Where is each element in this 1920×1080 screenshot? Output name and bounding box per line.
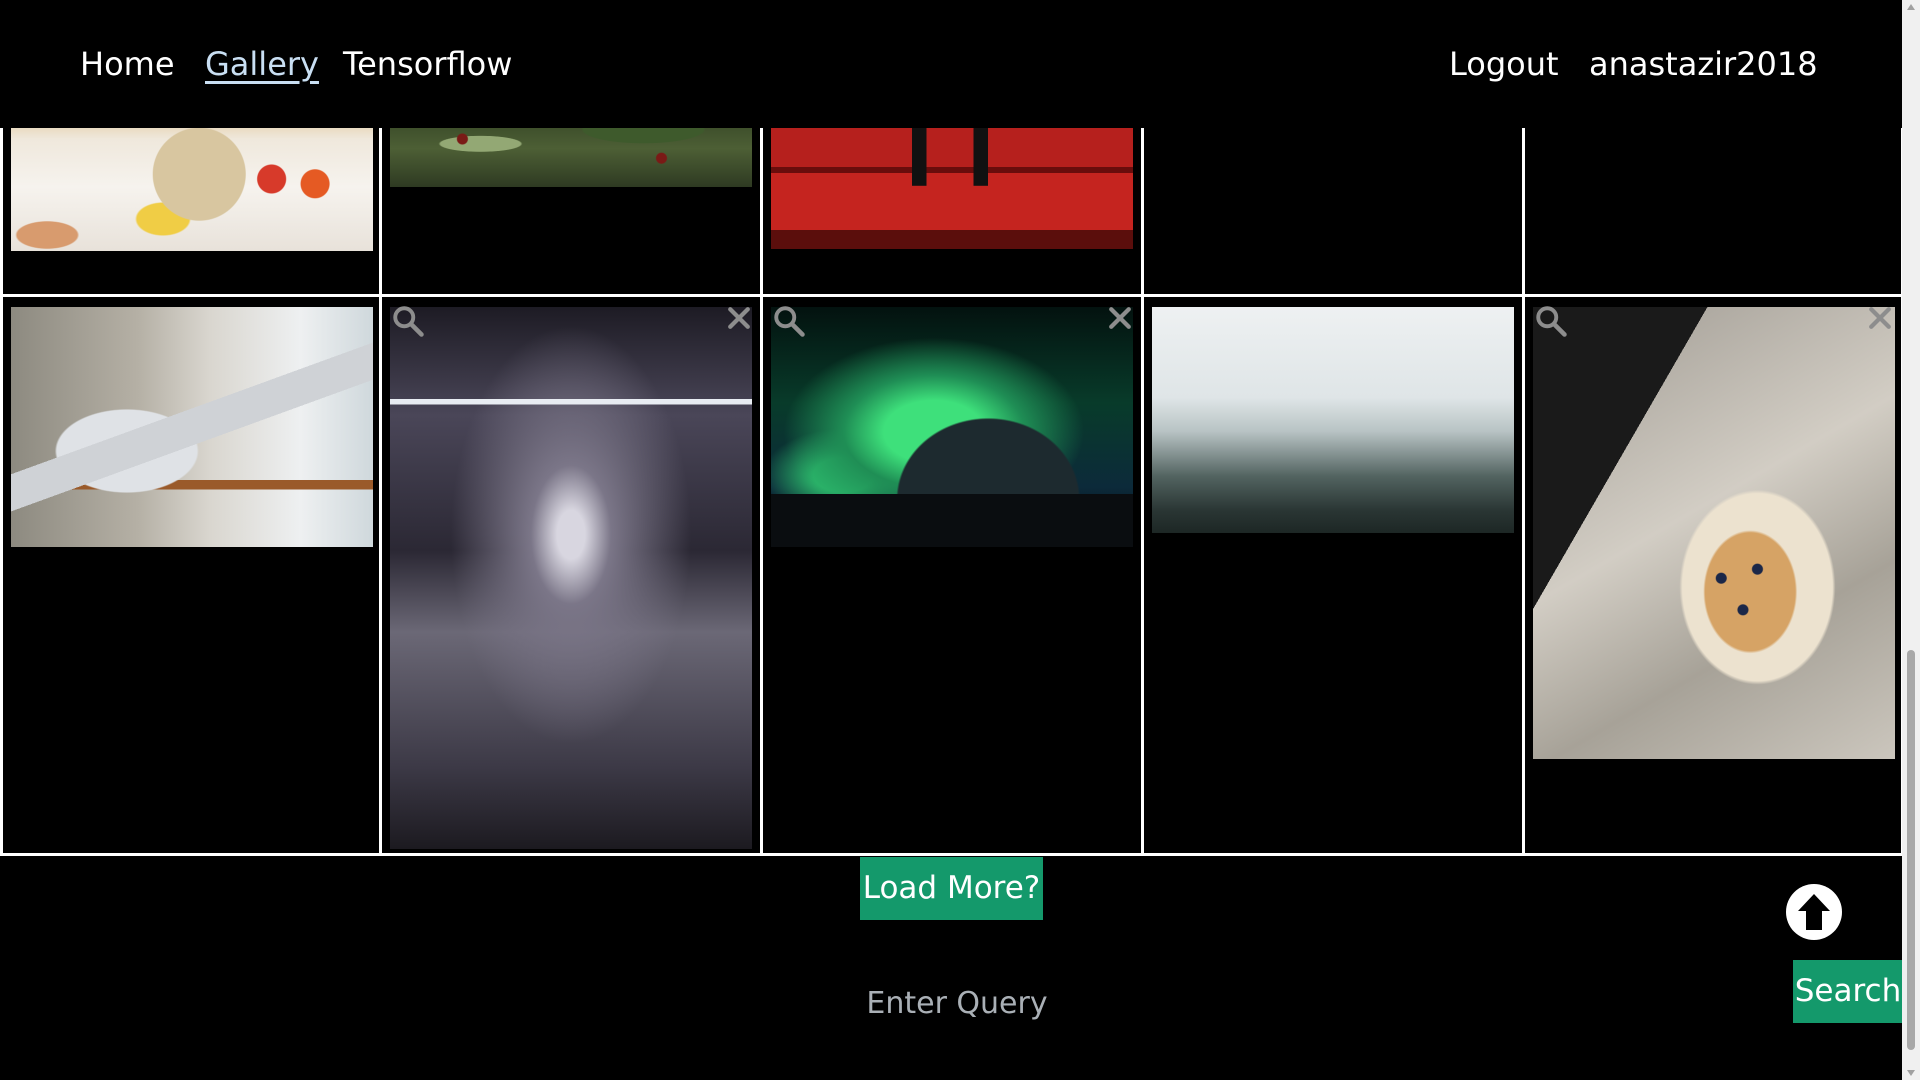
scrollbar-thumb[interactable] [1907,650,1915,1050]
scroll-up-arrow-icon[interactable] [1907,4,1915,10]
search-icon[interactable] [771,303,807,339]
gallery-cell [1141,294,1525,856]
gallery-image-foggy-forest[interactable] [1152,307,1514,533]
search-icon[interactable] [390,303,426,339]
page-scrollbar[interactable] [1902,0,1920,1080]
nav-tensorflow-link[interactable]: Tensorflow [343,44,512,84]
search-icon[interactable] [1533,303,1569,339]
scroll-to-top-button[interactable] [1786,884,1842,940]
arrow-up-icon [1787,885,1841,939]
gallery-cell [760,294,1144,856]
image-gallery [0,0,1904,856]
nav-logout-link[interactable]: Logout [1449,44,1559,84]
close-icon[interactable] [724,303,754,333]
load-more-button[interactable]: Load More? [860,857,1043,920]
gallery-cell [379,294,763,856]
gallery-cell [1522,294,1904,856]
nav-home-link[interactable]: Home [80,44,175,84]
nav-gallery-link[interactable]: Gallery [205,44,319,84]
gallery-image-blueberry-toast[interactable] [1533,307,1895,759]
gallery-image-aurora[interactable] [771,307,1133,547]
close-icon[interactable] [1865,303,1895,333]
search-button[interactable]: Search [1793,960,1903,1023]
close-icon[interactable] [1105,303,1135,333]
search-query-input[interactable] [760,978,1154,1028]
gallery-image-tunnel[interactable] [390,307,752,849]
top-navbar: Home Gallery Tensorflow Logout anastazir… [0,0,1902,128]
nav-username-link[interactable]: anastazir2018 [1589,44,1818,84]
scroll-down-arrow-icon[interactable] [1907,1070,1915,1076]
gallery-image-laptop[interactable] [11,307,373,547]
gallery-cell [0,294,382,856]
